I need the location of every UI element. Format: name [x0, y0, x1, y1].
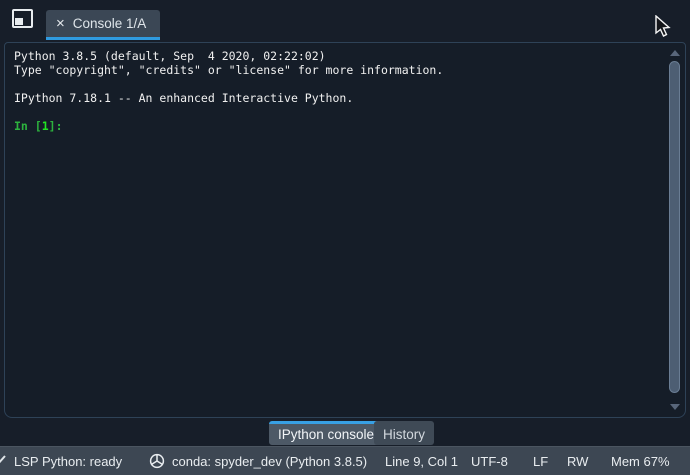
- close-icon[interactable]: ×: [56, 16, 65, 31]
- tab-ipython-console[interactable]: IPython console: [269, 421, 384, 445]
- console-line: Python 3.8.5 (default, Sep 4 2020, 02:22…: [14, 49, 326, 63]
- console-line: IPython 7.18.1 -- An enhanced Interactiv…: [14, 91, 354, 105]
- cursor-position-status: Line 9, Col 1: [385, 453, 458, 469]
- scroll-up-arrow-icon[interactable]: [670, 50, 680, 56]
- encoding-status: UTF-8: [471, 453, 508, 469]
- browse-tabs-icon-page: [15, 18, 23, 25]
- prompt-close: ]:: [48, 119, 63, 133]
- prompt-number: 1: [41, 119, 49, 133]
- vertical-scrollbar[interactable]: [667, 46, 683, 414]
- console-text[interactable]: Python 3.8.5 (default, Sep 4 2020, 02:22…: [14, 49, 661, 133]
- input-prompt[interactable]: In [1]:: [14, 119, 661, 133]
- conda-env-status[interactable]: conda: spyder_dev (Python 3.8.5): [149, 447, 367, 475]
- lsp-status: LSP Python: ready: [14, 453, 123, 469]
- tab-label: Console 1/A: [72, 16, 147, 31]
- memory-status: Mem 67%: [611, 453, 670, 469]
- pane-tab-strip: IPython console History: [0, 418, 690, 446]
- console-line: Type "copyright", "credits" or "license"…: [14, 63, 444, 77]
- permissions-status: RW: [567, 453, 589, 469]
- scrollbar-thumb[interactable]: [669, 61, 680, 393]
- tab-history[interactable]: History: [374, 421, 435, 445]
- scroll-down-arrow-icon[interactable]: [670, 404, 680, 410]
- mouse-cursor: [655, 15, 671, 37]
- tab-console-1a[interactable]: × Console 1/A: [46, 10, 161, 40]
- prompt-open: In [: [14, 119, 42, 133]
- eol-status: LF: [533, 453, 549, 469]
- browse-tabs-icon[interactable]: [12, 9, 33, 28]
- conda-env-label: conda: spyder_dev (Python 3.8.5): [172, 453, 368, 469]
- status-bar: LSP Python: ready conda: spyder_dev (Pyt…: [0, 446, 690, 475]
- ipython-console-output[interactable]: Python 3.8.5 (default, Sep 4 2020, 02:22…: [4, 42, 686, 418]
- conda-package-icon: [149, 453, 165, 469]
- lsp-check-icon: [0, 455, 6, 464]
- console-pane-toolbar: × Console 1/A: [0, 0, 690, 42]
